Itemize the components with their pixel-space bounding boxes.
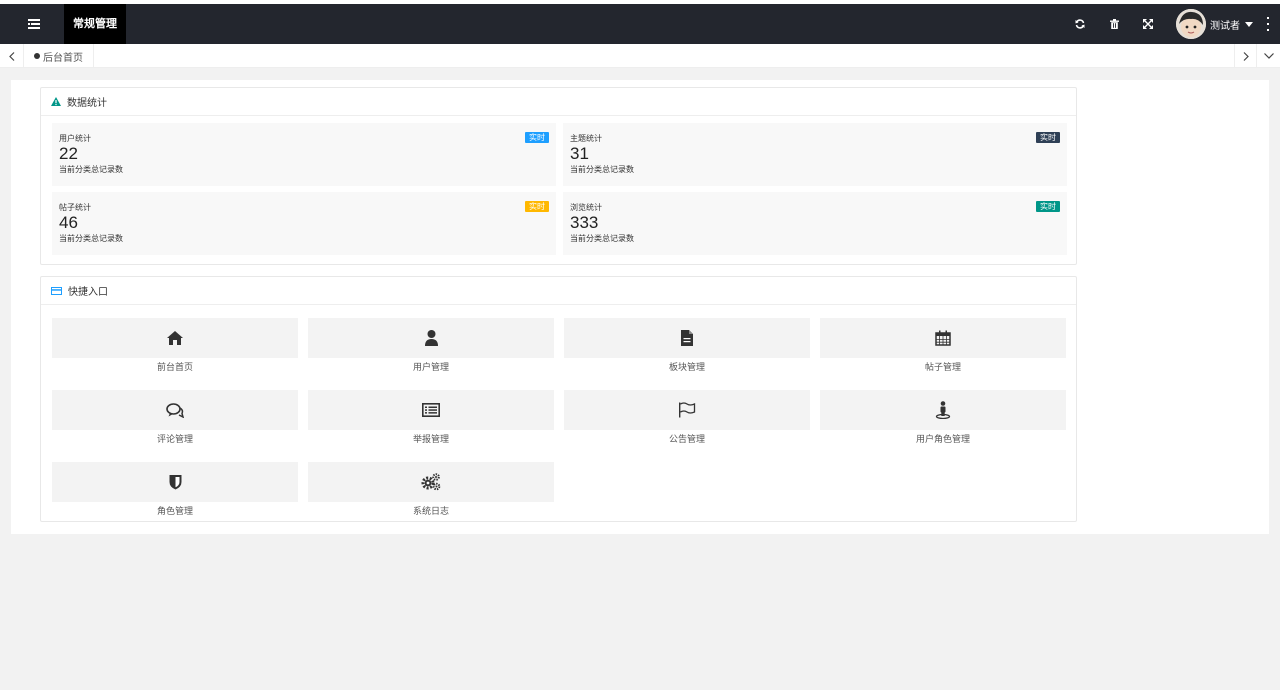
quick-item-button[interactable] xyxy=(52,390,298,430)
stat-value: 333 xyxy=(570,213,599,232)
quick-item-role-management[interactable]: 角色管理 xyxy=(52,462,298,518)
stat-card-users: 用户统计 22 当前分类总记录数 实时 xyxy=(52,123,556,186)
tab-scroll-right-button[interactable] xyxy=(1234,44,1256,68)
stat-label: 用户统计 xyxy=(59,134,91,143)
quick-item-label: 用户管理 xyxy=(412,363,449,373)
avatar xyxy=(1176,9,1206,39)
stat-subtext: 当前分类总记录数 xyxy=(570,234,634,243)
quick-item-label: 角色管理 xyxy=(156,507,193,517)
tab-home[interactable]: 后台首页 xyxy=(24,44,94,68)
quick-item-label: 公告管理 xyxy=(668,435,705,445)
quick-item-board-management[interactable]: 板块管理 xyxy=(564,318,810,374)
stats-card: 数据统计 用户统计 22 当前分类总记录数 实时 主题统计 31 当前分类总记录… xyxy=(40,87,1077,265)
tab-scroll-left-button[interactable] xyxy=(0,44,24,68)
page-tab-strip: 后台首页 xyxy=(0,44,1280,68)
chevron-left-icon xyxy=(8,51,14,61)
chevron-down-icon xyxy=(1263,53,1274,59)
quick-item-user-management[interactable]: 用户管理 xyxy=(308,318,554,374)
quick-item-label: 板块管理 xyxy=(668,363,705,373)
main-content: 数据统计 用户统计 22 当前分类总记录数 实时 主题统计 31 当前分类总记录… xyxy=(11,80,1269,534)
clear-cache-button[interactable] xyxy=(1106,16,1122,32)
stats-card-header: 数据统计 xyxy=(41,88,1076,116)
stat-label: 浏览统计 xyxy=(570,203,602,212)
card-icon xyxy=(51,286,62,295)
stat-card-views: 浏览统计 333 当前分类总记录数 实时 xyxy=(563,192,1067,255)
quick-item-comment-management[interactable]: 评论管理 xyxy=(52,390,298,446)
quick-item-button[interactable] xyxy=(820,390,1066,430)
quick-item-label: 举报管理 xyxy=(412,435,449,445)
quick-item-label: 系统日志 xyxy=(412,507,449,517)
tab-home-label: 后台首页 xyxy=(43,52,83,64)
quick-entry-card: 快捷入口 前台首页 用户管理 板块管理 帖子管理 评论管理 举报管理 公告管理 … xyxy=(40,276,1077,522)
user-pin-icon xyxy=(935,401,951,419)
menu-toggle-button[interactable] xyxy=(22,16,46,32)
stat-value: 46 xyxy=(59,213,78,232)
realtime-badge: 实时 xyxy=(525,132,549,143)
quick-item-button[interactable] xyxy=(820,318,1066,358)
user-menu[interactable]: 测试者 xyxy=(1176,8,1253,40)
quick-item-button[interactable] xyxy=(308,318,554,358)
menu-icon xyxy=(28,19,40,29)
stats-card-title: 数据统计 xyxy=(67,98,107,109)
stat-card-topics: 主题统计 31 当前分类总记录数 实时 xyxy=(563,123,1067,186)
top-nav-bar: 常规管理 测试者 xyxy=(0,4,1280,44)
quick-item-button[interactable] xyxy=(564,390,810,430)
quick-item-system-log[interactable]: 系统日志 xyxy=(308,462,554,518)
quick-item-label: 前台首页 xyxy=(156,363,193,373)
gears-icon xyxy=(421,473,441,491)
refresh-icon xyxy=(1075,19,1085,29)
comments-icon xyxy=(166,402,184,418)
quick-entry-header: 快捷入口 xyxy=(41,277,1076,305)
tab-options-button[interactable] xyxy=(1256,44,1280,68)
quick-item-label: 帖子管理 xyxy=(924,363,961,373)
stat-label: 主题统计 xyxy=(570,134,602,143)
realtime-badge: 实时 xyxy=(1036,132,1060,143)
stat-label: 帖子统计 xyxy=(59,203,91,212)
quick-item-frontend-home[interactable]: 前台首页 xyxy=(52,318,298,374)
quick-item-button[interactable] xyxy=(308,462,554,502)
user-icon xyxy=(424,330,438,346)
realtime-badge: 实时 xyxy=(525,201,549,212)
chevron-down-icon xyxy=(1245,21,1253,27)
stat-card-posts: 帖子统计 46 当前分类总记录数 实时 xyxy=(52,192,556,255)
quick-entry-title: 快捷入口 xyxy=(68,287,108,298)
more-icon[interactable] xyxy=(1262,17,1274,31)
user-name: 测试者 xyxy=(1210,20,1240,32)
quick-item-label: 评论管理 xyxy=(156,435,193,445)
quick-item-post-management[interactable]: 帖子管理 xyxy=(820,318,1066,374)
quick-item-button[interactable] xyxy=(308,390,554,430)
calendar-icon xyxy=(935,330,951,346)
quick-item-button[interactable] xyxy=(564,318,810,358)
realtime-badge: 实时 xyxy=(1036,201,1060,212)
quick-item-notice-management[interactable]: 公告管理 xyxy=(564,390,810,446)
fullscreen-icon xyxy=(1143,19,1153,29)
stat-value: 22 xyxy=(59,144,78,163)
chevron-right-icon xyxy=(1243,51,1249,61)
trash-icon xyxy=(1109,19,1119,29)
quick-item-button[interactable] xyxy=(52,318,298,358)
stat-subtext: 当前分类总记录数 xyxy=(59,165,123,174)
module-tab-general[interactable]: 常规管理 xyxy=(64,4,126,44)
flag-icon xyxy=(679,402,696,418)
fullscreen-button[interactable] xyxy=(1140,16,1156,32)
home-icon xyxy=(167,331,183,345)
quick-item-report-management[interactable]: 举报管理 xyxy=(308,390,554,446)
stat-subtext: 当前分类总记录数 xyxy=(570,165,634,174)
stat-value: 31 xyxy=(570,144,589,163)
warning-icon xyxy=(51,97,61,106)
quick-item-label: 用户角色管理 xyxy=(915,435,970,445)
document-icon xyxy=(681,330,693,346)
active-dot-icon xyxy=(34,53,40,59)
quick-item-user-role-management[interactable]: 用户角色管理 xyxy=(820,390,1066,446)
stat-subtext: 当前分类总记录数 xyxy=(59,234,123,243)
list-icon xyxy=(422,403,440,417)
shield-icon xyxy=(169,475,181,490)
refresh-button[interactable] xyxy=(1072,16,1088,32)
quick-item-button[interactable] xyxy=(52,462,298,502)
